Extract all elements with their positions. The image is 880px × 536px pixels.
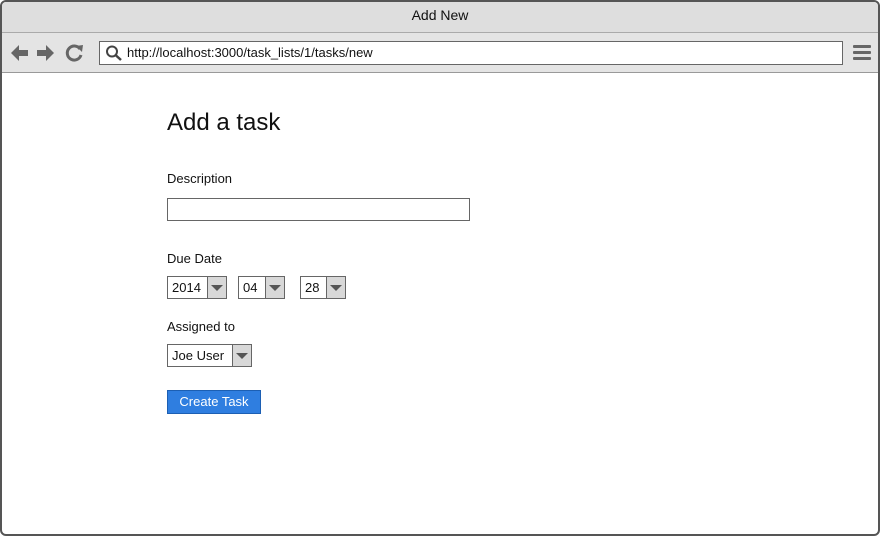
chevron-down-icon	[232, 345, 251, 366]
search-icon	[105, 45, 123, 66]
chevron-down-icon	[326, 277, 345, 298]
window-titlebar: Add New	[2, 2, 878, 33]
due-day-value: 28	[305, 280, 320, 295]
create-task-button[interactable]: Create Task	[167, 390, 261, 414]
assigned-to-label: Assigned to	[167, 319, 235, 334]
due-year-value: 2014	[172, 280, 201, 295]
browser-menu-button[interactable]	[852, 44, 872, 67]
browser-window: Add New http://localhost:3000/task_lists…	[0, 0, 880, 536]
page-content: Add a task Description Due Date 2014 04 …	[2, 73, 878, 533]
address-bar[interactable]: http://localhost:3000/task_lists/1/tasks…	[99, 41, 843, 65]
assigned-to-select[interactable]: Joe User	[167, 344, 252, 367]
chevron-down-icon	[265, 277, 284, 298]
browser-toolbar: http://localhost:3000/task_lists/1/tasks…	[2, 33, 878, 73]
reload-button[interactable]	[64, 43, 86, 63]
page-title: Add a task	[167, 109, 281, 136]
description-label: Description	[167, 171, 233, 186]
arrow-right-icon	[37, 45, 54, 61]
chevron-down-icon	[207, 277, 226, 298]
due-month-select[interactable]: 04	[238, 276, 285, 299]
due-year-select[interactable]: 2014	[167, 276, 227, 299]
assigned-to-value: Joe User	[172, 348, 225, 363]
due-month-value: 04	[243, 280, 258, 295]
address-url[interactable]: http://localhost:3000/task_lists/1/tasks…	[127, 45, 373, 60]
due-date-label: Due Date	[167, 251, 222, 266]
description-input[interactable]	[167, 198, 470, 221]
arrow-left-icon	[11, 45, 28, 61]
due-day-select[interactable]: 28	[300, 276, 346, 299]
window-title: Add New	[411, 7, 469, 23]
back-button[interactable]	[9, 43, 31, 63]
reload-icon	[65, 44, 83, 62]
hamburger-menu-icon	[853, 45, 871, 60]
forward-button[interactable]	[34, 43, 56, 63]
